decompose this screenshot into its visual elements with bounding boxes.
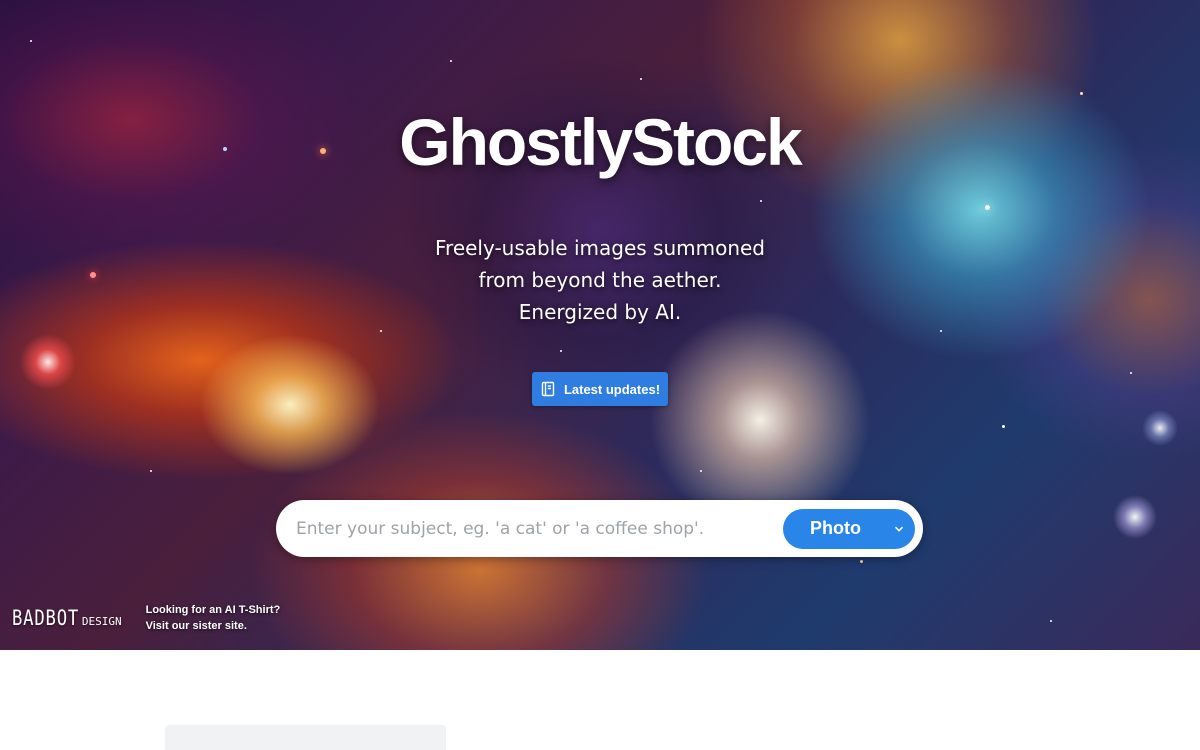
latest-updates-button[interactable]: Latest updates!: [532, 372, 668, 406]
search-input[interactable]: [276, 500, 783, 557]
tagline-line: Energized by AI.: [518, 300, 682, 324]
book-icon: [540, 381, 556, 397]
badbot-design-logo[interactable]: BADBOT DESIGN: [12, 606, 122, 630]
chevron-down-icon: [894, 526, 904, 532]
logo-text: BADBOT: [12, 606, 80, 630]
tagline: Freely-usable images summoned from beyon…: [0, 232, 1200, 328]
logo-subtext: DESIGN: [81, 615, 122, 628]
sister-site-promo[interactable]: BADBOT DESIGN Looking for an AI T-Shirt?…: [12, 602, 280, 634]
latest-updates-label: Latest updates!: [563, 381, 661, 397]
hero-banner: GhostlyStock Freely-usable images summon…: [0, 0, 1200, 650]
tagline-line: from beyond the aether.: [478, 268, 722, 292]
tagline-line: Freely-usable images summoned: [434, 236, 765, 260]
sister-site-line: Looking for an AI T-Shirt?: [145, 604, 281, 616]
image-type-value: Photo: [810, 518, 861, 538]
image-type-select[interactable]: Photo: [783, 508, 915, 549]
results-area: [0, 650, 1200, 750]
site-title: GhostlyStock: [399, 105, 802, 179]
sister-site-text[interactable]: Looking for an AI T-Shirt? Visit our sis…: [146, 602, 281, 634]
sister-site-line: Visit our sister site.: [145, 620, 247, 632]
search-bar: Photo: [276, 500, 923, 557]
image-card-placeholder[interactable]: [165, 725, 446, 750]
